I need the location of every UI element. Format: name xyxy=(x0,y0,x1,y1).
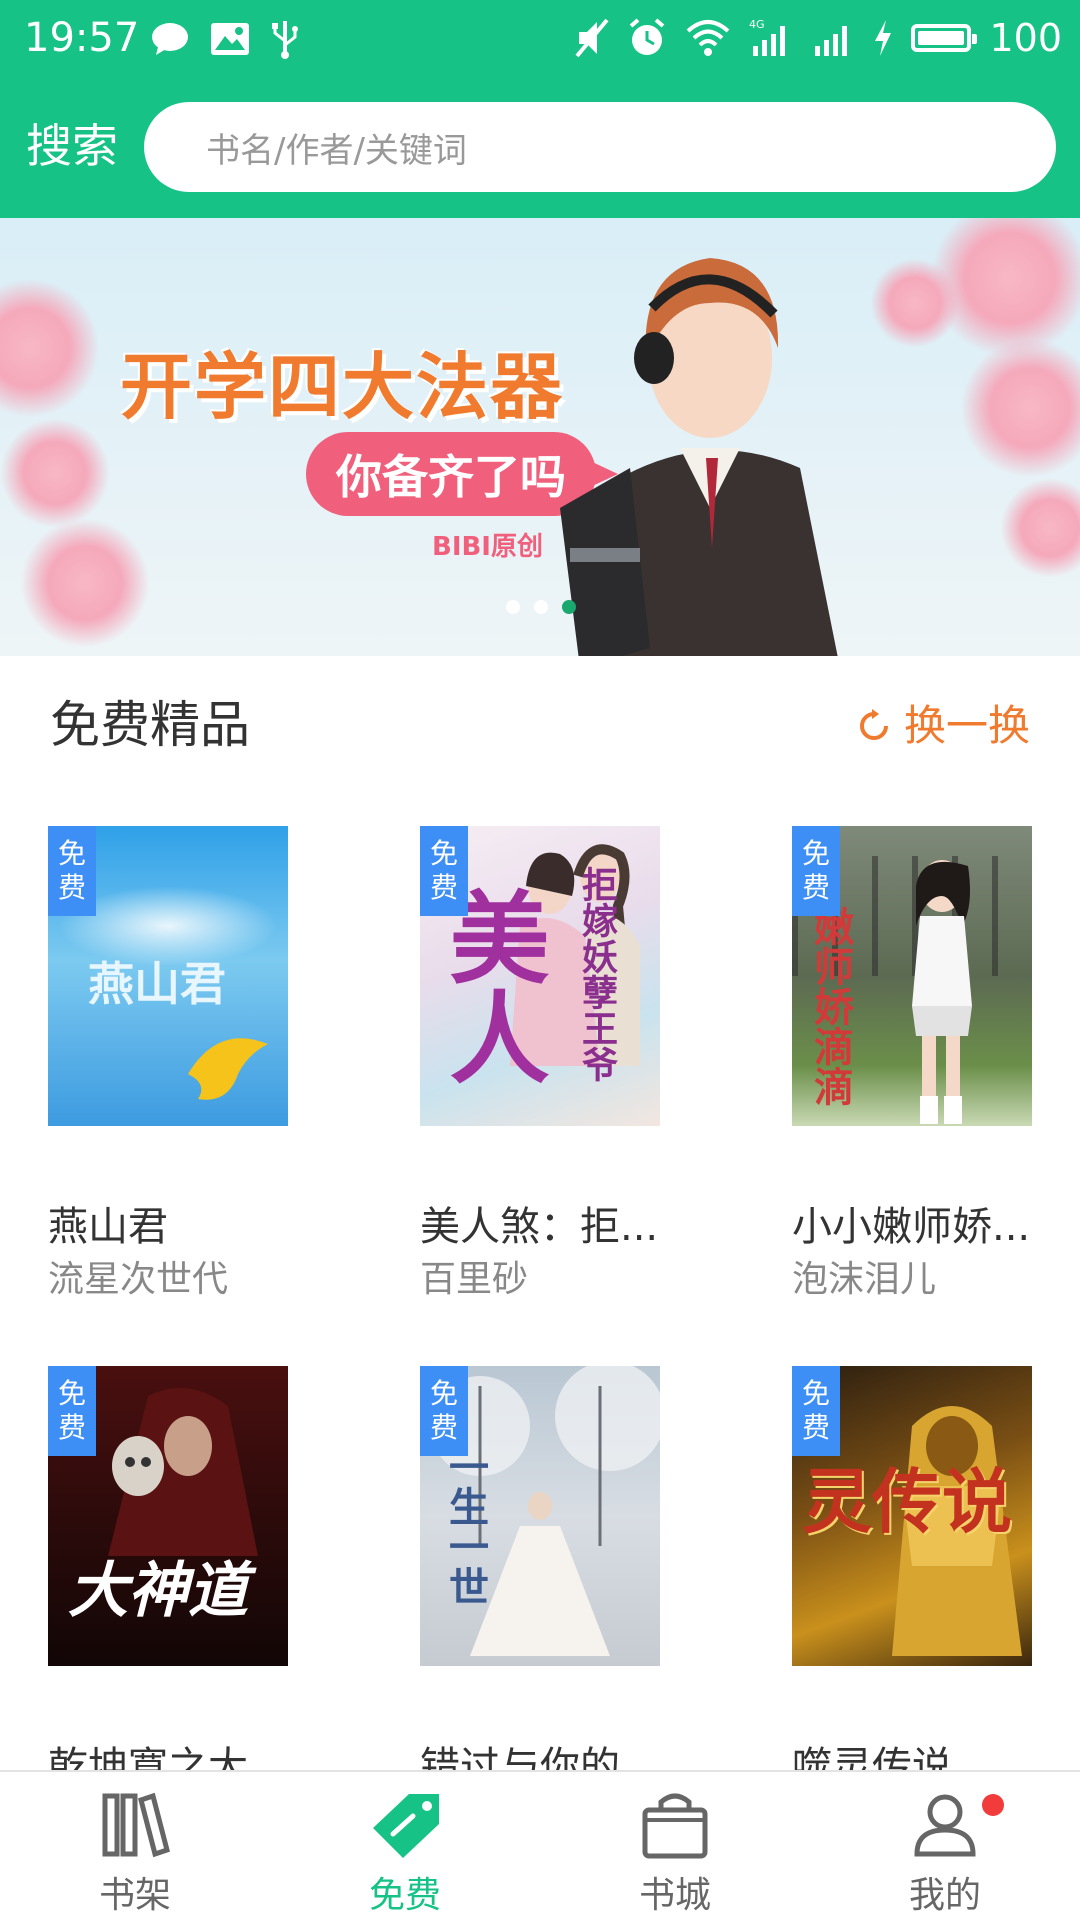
nav-item-bookstore[interactable]: 书城 xyxy=(540,1772,810,1922)
search-input[interactable]: 书名/作者/关键词 xyxy=(144,102,1056,192)
girl-illustration xyxy=(912,860,972,1124)
free-tag: 免费 xyxy=(792,826,840,916)
book-author: 流星次世代 xyxy=(48,1259,229,1300)
banner-dot-active[interactable] xyxy=(562,600,576,614)
book-author: 泡沫泪儿 xyxy=(792,1259,937,1300)
banner-character-illustration xyxy=(560,258,838,656)
refresh-button[interactable]: 换一换 xyxy=(856,698,1030,754)
promo-banner[interactable]: 开学四大法器 你备齐了吗 BIBI原创 xyxy=(0,218,1080,656)
book-card[interactable]: 燕山君 免费 燕山君 流星次世代 xyxy=(48,826,288,1300)
free-tag: 免费 xyxy=(48,826,96,916)
book-author: 百里砂 xyxy=(420,1259,529,1300)
nav-item-free[interactable]: 免费 xyxy=(270,1772,540,1922)
banner-dot[interactable] xyxy=(534,600,548,614)
status-bar: 19:57 4G 100 xyxy=(0,0,1080,76)
banner-dot[interactable] xyxy=(506,600,520,614)
svg-text:4G: 4G xyxy=(749,18,765,31)
search-header: 搜索 书名/作者/关键词 xyxy=(0,76,1080,218)
book-card[interactable]: 一生一世 免费 错过与你的... xyxy=(420,1366,660,1790)
nav-label: 我的 xyxy=(908,1875,981,1916)
book-cover[interactable]: 拒嫁妖孽王爷 美人 免费 xyxy=(420,826,660,1126)
book-cover-text: 灵传说 xyxy=(802,1461,1012,1543)
book-cover-text: 一生一世 xyxy=(442,1446,488,1606)
free-tag: 免费 xyxy=(420,1366,468,1456)
usb-icon xyxy=(272,21,298,59)
book-cover-text: 拒嫁妖孽王爷 xyxy=(576,866,617,1082)
book-card[interactable]: 大神道 免费 乾坤寞之大... xyxy=(48,1366,288,1790)
bottom-navigation: 书架 免费 书城 我的 xyxy=(0,1770,1080,1922)
bookshelf-icon xyxy=(102,1792,171,1858)
refresh-label: 换一换 xyxy=(903,701,1030,750)
book-card[interactable]: 拒嫁妖孽王爷 美人 免费 美人煞：拒... 百里砂 xyxy=(420,826,660,1300)
book-cover-text: 燕山君 xyxy=(88,957,226,1011)
nav-item-bookshelf[interactable]: 书架 xyxy=(0,1772,270,1922)
alarm-icon xyxy=(630,18,665,55)
chat-bubble-icon xyxy=(152,23,188,55)
image-icon xyxy=(211,23,249,55)
banner-sub: BIBI原创 xyxy=(432,532,543,562)
status-time: 19:57 xyxy=(24,15,140,61)
book-cover[interactable]: 一生一世 免费 xyxy=(420,1366,660,1666)
free-tag: 免费 xyxy=(420,826,468,916)
nav-item-mine[interactable]: 我的 xyxy=(810,1772,1080,1922)
banner-pill: 你备齐了吗 xyxy=(306,432,618,516)
battery-level: 100 xyxy=(989,16,1062,60)
search-label[interactable]: 搜索 xyxy=(26,116,118,176)
book-title[interactable]: 小小嫩师娇... xyxy=(792,1194,1042,1252)
tag-icon xyxy=(373,1794,439,1858)
search-placeholder: 书名/作者/关键词 xyxy=(206,130,467,171)
banner-pagination xyxy=(506,600,576,614)
nav-label: 书城 xyxy=(638,1875,711,1916)
mute-icon xyxy=(575,18,610,58)
free-tag: 免费 xyxy=(792,1366,840,1456)
battery-icon xyxy=(911,24,978,52)
status-right-icons: 4G 100 xyxy=(573,10,1062,66)
book-cover[interactable]: 燕山君 免费 xyxy=(48,826,288,1126)
refresh-icon xyxy=(860,709,888,740)
book-cover[interactable]: 嫩师娇滴滴 免费 xyxy=(792,826,1032,1126)
nav-label: 书架 xyxy=(98,1875,171,1916)
book-cover[interactable]: 灵传说 免费 xyxy=(792,1366,1032,1666)
signal-icon xyxy=(815,26,848,56)
book-title[interactable]: 美人煞：拒... xyxy=(420,1194,670,1252)
book-cover[interactable]: 大神道 免费 xyxy=(48,1366,288,1666)
book-cover-text: 嫩师娇滴滴 xyxy=(807,906,853,1106)
shopping-bag-icon xyxy=(642,1793,708,1859)
status-left-icons xyxy=(150,14,300,64)
notification-badge xyxy=(982,1794,1004,1816)
book-card[interactable]: 嫩师娇滴滴 免费 小小嫩师娇... 泡沫泪儿 xyxy=(792,826,1032,1300)
section-title: 免费精品 xyxy=(50,696,250,754)
free-tag: 免费 xyxy=(48,1366,96,1456)
wifi-icon xyxy=(687,20,730,56)
user-icon xyxy=(914,1794,976,1857)
hooded-figure-illustration xyxy=(108,1388,258,1556)
dolphin-illustration xyxy=(188,1038,268,1100)
charging-icon xyxy=(875,20,892,56)
nav-label: 免费 xyxy=(368,1875,441,1916)
signal-4g-icon: 4G xyxy=(749,18,786,56)
banner-title: 开学四大法器 xyxy=(120,345,565,429)
book-card[interactable]: 灵传说 免费 噬灵传说 xyxy=(792,1366,1032,1790)
book-title[interactable]: 燕山君 xyxy=(48,1194,298,1252)
book-cover-text: 大神道 xyxy=(68,1556,248,1626)
